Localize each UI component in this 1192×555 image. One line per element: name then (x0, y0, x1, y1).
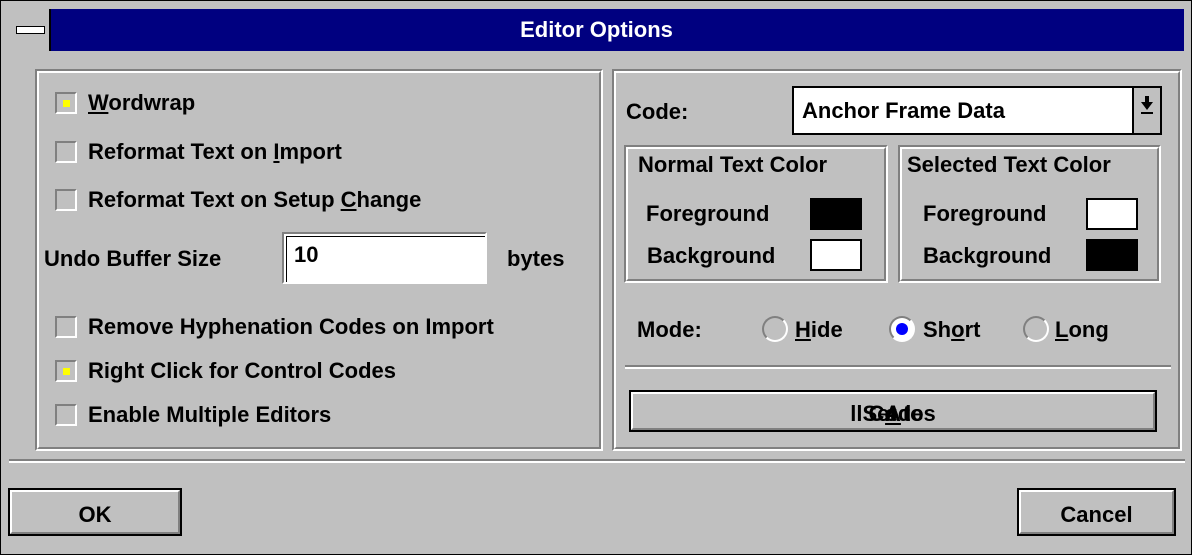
selected-background-label: Background (923, 243, 1052, 268)
mode-short-label: Short (923, 317, 981, 342)
down-arrow-icon[interactable] (1132, 88, 1160, 133)
wordwrap-label: Wordwrap (88, 90, 196, 115)
reformat-import-label: Reformat Text on Import (88, 139, 342, 164)
selected-foreground-label: Foreground (923, 201, 1047, 226)
multiple-editors-checkbox[interactable] (55, 404, 77, 426)
undo-buffer-input[interactable]: 10 (282, 232, 487, 284)
undo-buffer-label: Undo Buffer Size (44, 246, 222, 271)
reformat-setup-checkbox[interactable] (55, 189, 77, 211)
set-to-all-codes-button[interactable]: Set to All Codes (629, 390, 1157, 432)
remove-hyphenation-label: Remove Hyphenation Codes on Import (88, 314, 494, 339)
undo-unit-label: bytes (507, 246, 565, 271)
mode-hide-label: Hide (795, 317, 843, 342)
reformat-import-checkbox[interactable] (55, 141, 77, 163)
mode-label: Mode: (637, 317, 702, 342)
wordwrap-checkbox[interactable] (55, 92, 77, 114)
right-click-checkbox[interactable] (55, 360, 77, 382)
normal-foreground-label: Foreground (646, 201, 770, 226)
mode-long-label: Long (1055, 317, 1109, 342)
mode-hide-radio[interactable] (762, 316, 788, 342)
right-click-label: Right Click for Control Codes (88, 358, 396, 383)
ok-button[interactable]: OK (8, 488, 182, 536)
editor-options-dialog: Editor Options Wordwrap Reformat Text on… (0, 0, 1192, 555)
multiple-editors-label: Enable Multiple Editors (88, 402, 332, 427)
normal-text-color-title: Normal Text Color (638, 152, 828, 177)
code-select[interactable]: Anchor Frame Data (792, 86, 1162, 135)
selected-background-swatch[interactable] (1086, 239, 1138, 271)
window-title: Editor Options (520, 17, 673, 42)
code-label: Code: (626, 99, 689, 124)
selected-foreground-swatch[interactable] (1086, 198, 1138, 230)
selected-text-color-title: Selected Text Color (907, 152, 1111, 177)
normal-background-label: Background (647, 243, 776, 268)
title-bar: Editor Options (9, 9, 1184, 51)
mode-short-radio[interactable] (889, 316, 915, 342)
mode-long-radio[interactable] (1023, 316, 1049, 342)
normal-background-swatch[interactable] (810, 239, 862, 271)
set-to-all-codes-label: Set to All Codes (850, 401, 936, 426)
remove-hyphenation-checkbox[interactable] (55, 316, 77, 338)
cancel-button[interactable]: Cancel (1017, 488, 1176, 536)
normal-foreground-swatch[interactable] (810, 198, 862, 230)
reformat-setup-label: Reformat Text on Setup Change (88, 187, 422, 212)
